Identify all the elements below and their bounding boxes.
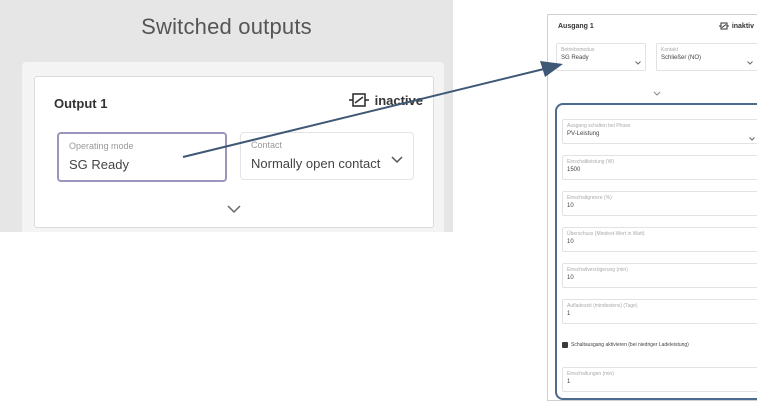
callout-arrow [182,61,563,158]
